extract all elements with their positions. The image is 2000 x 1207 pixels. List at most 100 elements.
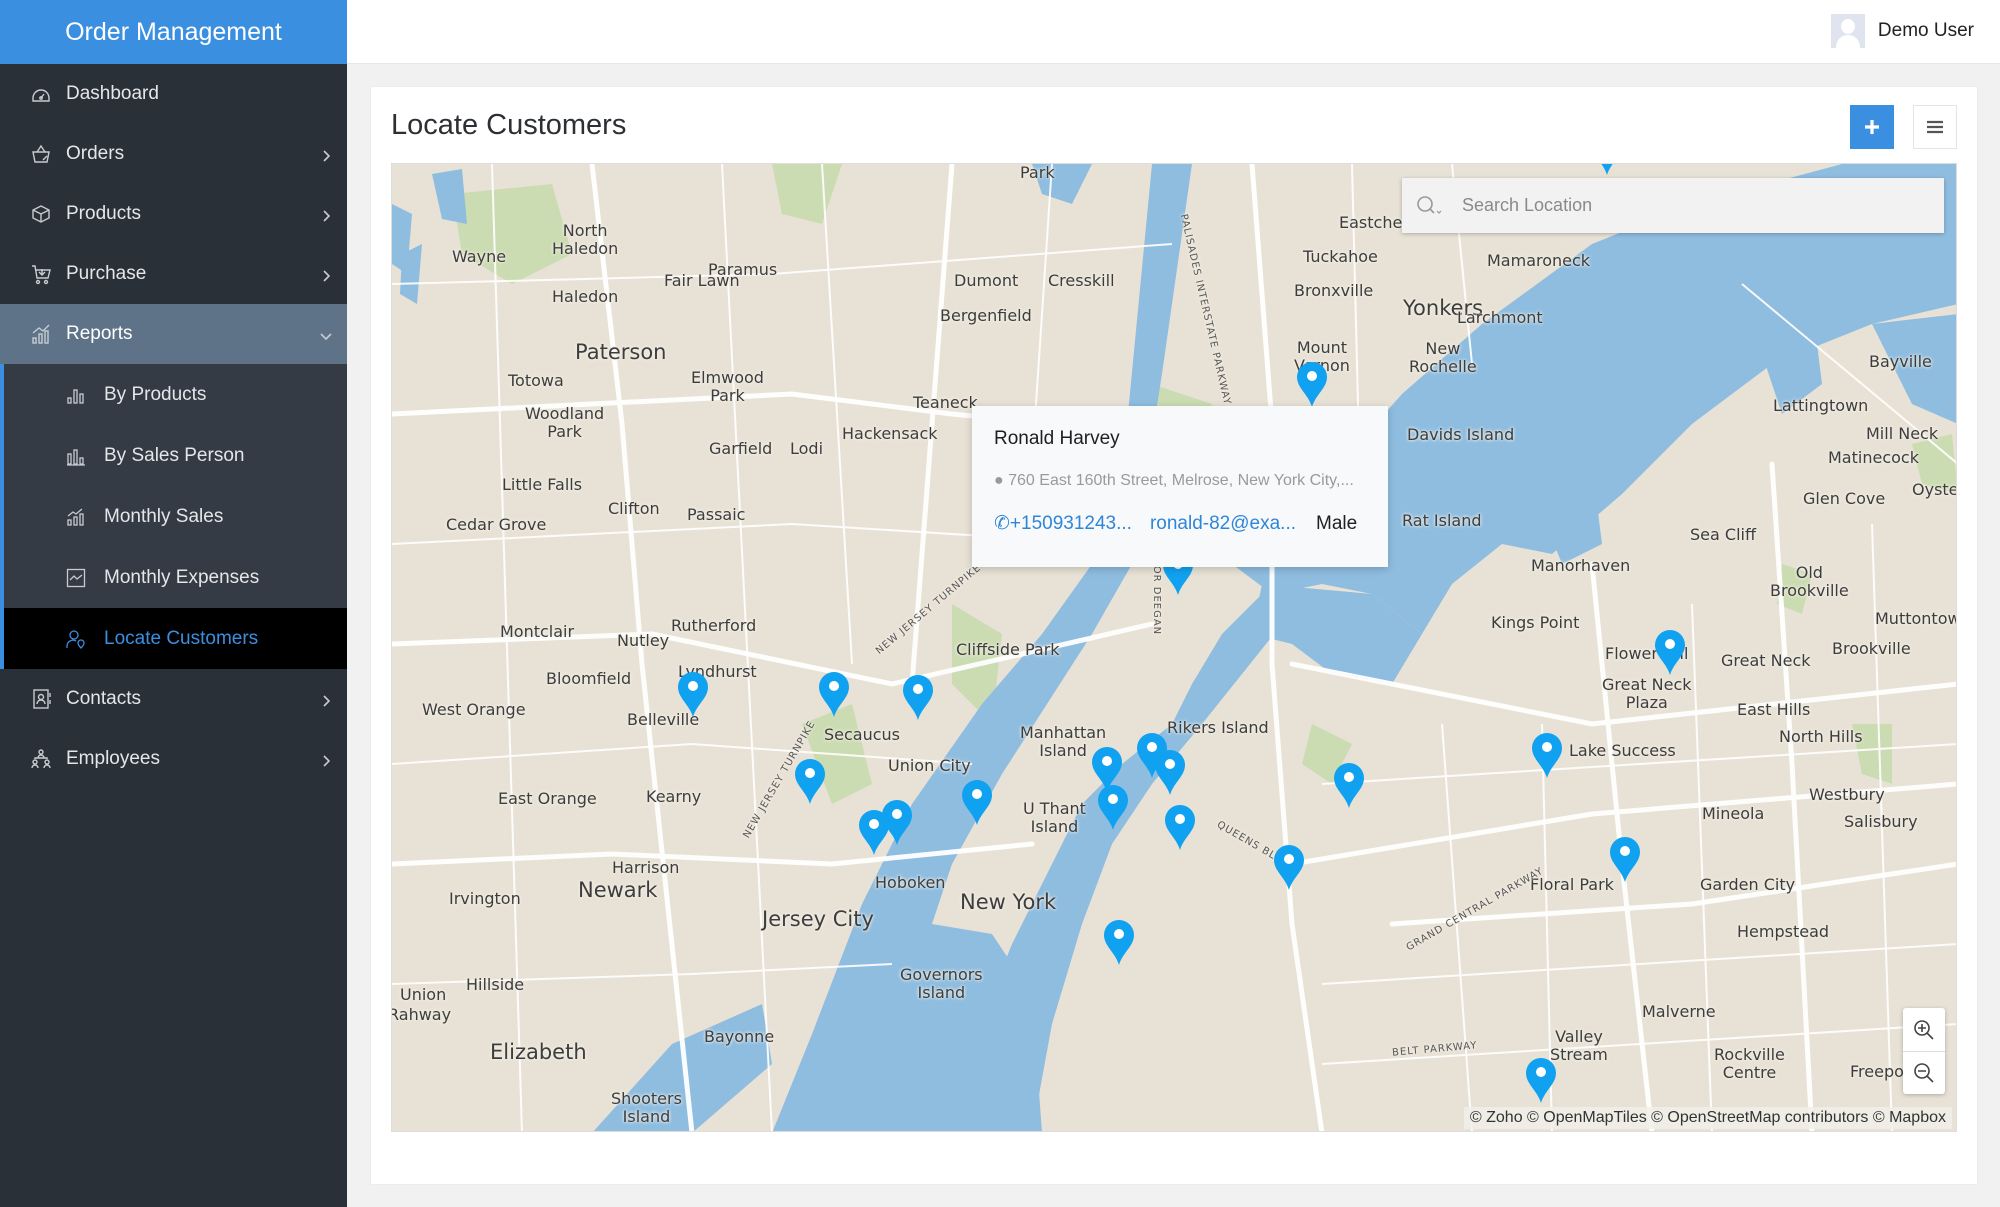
map-place-label: East Hills <box>1737 700 1811 719</box>
map-marker-icon <box>795 759 825 804</box>
app-title: Order Management <box>0 0 347 64</box>
map-place-label: Dumont <box>954 271 1019 290</box>
map-place-label: Brookville <box>1832 639 1911 658</box>
sidebar-subitem-monthly-sales[interactable]: Monthly Sales <box>4 486 347 547</box>
map-place-label: Hillside <box>466 975 525 994</box>
customer-pin[interactable] <box>1163 803 1197 851</box>
customer-map[interactable]: Park North Haledon Wayne Paramus Fair Lawn Dum… <box>391 163 1957 1132</box>
customer-pin[interactable] <box>676 670 710 718</box>
map-place-label: Passaic <box>687 505 746 524</box>
map-place-label: Bronxville <box>1294 281 1374 300</box>
customer-phone[interactable]: ✆+150931243... <box>994 512 1132 535</box>
customer-pin[interactable] <box>1653 628 1687 676</box>
map-place-label: Tuckahoe <box>1303 247 1378 266</box>
sidebar-item-reports[interactable]: Reports <box>0 304 347 364</box>
add-button[interactable] <box>1850 105 1894 149</box>
chart-icon <box>30 323 52 345</box>
customer-address-text: 760 East 160th Street, Melrose, New York… <box>1008 472 1354 489</box>
sidebar-subitem-label: By Products <box>104 383 207 405</box>
map-place-label: Mamaroneck <box>1487 251 1591 270</box>
map-marker-icon <box>1601 164 1613 175</box>
map-place-label: Bayville <box>1869 352 1932 371</box>
sidebar-item-employees[interactable]: Employees <box>0 729 347 789</box>
map-place-label: North Hills <box>1779 727 1863 746</box>
map-place-label: West Orange <box>422 700 526 719</box>
map-place-label: Valley Stream <box>1550 1027 1608 1065</box>
map-marker-icon <box>1098 785 1128 830</box>
zoom-in-icon <box>1914 1019 1934 1040</box>
user-menu[interactable]: Demo User <box>1830 14 1974 48</box>
zoom-out-button[interactable] <box>1903 1051 1945 1094</box>
map-marker-icon: ● <box>994 472 1004 489</box>
location-search[interactable] <box>1402 178 1944 233</box>
customer-pin[interactable] <box>1524 1056 1558 1104</box>
sidebar-item-label: Employees <box>66 748 160 769</box>
customer-pin[interactable] <box>793 757 827 805</box>
sidebar-subitem-label: Monthly Sales <box>104 505 224 527</box>
chevron-right-icon <box>319 692 333 707</box>
map-place-label: Union <box>400 985 447 1004</box>
map-place-label: Glen Cove <box>1803 489 1886 508</box>
dashboard-icon <box>30 83 52 105</box>
map-place-label: Rikers Island <box>1167 718 1269 737</box>
map-place-label: Shooters Island <box>611 1089 682 1127</box>
customer-pin[interactable] <box>1530 731 1564 779</box>
sidebar: Order Management Dashboard Orders Produc… <box>0 0 347 1207</box>
map-marker-icon <box>1104 920 1134 965</box>
sidebar-item-orders[interactable]: Orders <box>0 124 347 184</box>
sidebar-subitem-by-sales-person[interactable]: By Sales Person <box>4 425 347 486</box>
chevron-down-icon <box>319 327 333 341</box>
sidebar-item-label: Contacts <box>66 688 141 709</box>
sidebar-item-label: Purchase <box>66 263 147 284</box>
customer-pin[interactable] <box>880 798 914 846</box>
customer-pin[interactable] <box>1590 164 1624 176</box>
search-icon <box>1417 195 1442 214</box>
avatar <box>1830 14 1865 48</box>
sidebar-item-contacts[interactable]: Contacts <box>0 669 347 729</box>
sidebar-item-purchase[interactable]: Purchase <box>0 244 347 304</box>
customer-pin[interactable] <box>1332 761 1366 809</box>
customer-pin[interactable] <box>817 670 851 718</box>
map-marker-icon <box>1334 763 1364 808</box>
map-place-label: North Haledon <box>552 221 619 259</box>
zoom-out-icon <box>1914 1063 1934 1083</box>
box-icon <box>30 203 52 225</box>
customer-pin[interactable] <box>1295 360 1329 408</box>
basket-icon <box>30 143 52 165</box>
search-location-input[interactable] <box>1462 195 1932 216</box>
menu-button[interactable] <box>1913 105 1957 149</box>
map-place-label: U Thant Island <box>1023 799 1086 837</box>
map-place-label: Rutherford <box>671 616 757 635</box>
map-place-label: Salisbury <box>1844 812 1918 831</box>
customer-email[interactable]: ronald-82@exa... <box>1150 513 1296 535</box>
sidebar-subitem-by-products[interactable]: By Products <box>4 364 347 425</box>
customer-pin[interactable] <box>1272 843 1306 891</box>
map-place-label: Park <box>1020 163 1055 182</box>
map-place-label: Fair Lawn <box>664 271 740 290</box>
chevron-right-icon <box>319 207 333 222</box>
customer-pin[interactable] <box>1153 748 1187 796</box>
map-place-label: Westbury <box>1809 785 1885 804</box>
map-place-label: Lodi <box>790 439 824 458</box>
zoom-in-button[interactable] <box>1903 1008 1945 1051</box>
map-marker-icon <box>1165 805 1195 850</box>
line-chart-icon <box>66 568 86 588</box>
customer-contact-row: ✆+150931243... ronald-82@exa... Male <box>994 512 1366 535</box>
sidebar-subitem-locate-customers[interactable]: Locate Customers <box>4 608 347 669</box>
map-place-label: Little Falls <box>502 475 583 494</box>
sidebar-subitem-monthly-expenses[interactable]: Monthly Expenses <box>4 547 347 608</box>
map-marker-icon <box>1274 845 1304 890</box>
bar-chart-icon <box>66 446 86 466</box>
customer-pin[interactable] <box>1102 918 1136 966</box>
customer-pin[interactable] <box>960 778 994 826</box>
map-place-label: Kearny <box>646 787 702 806</box>
sidebar-item-products[interactable]: Products <box>0 184 347 244</box>
sidebar-item-dashboard[interactable]: Dashboard <box>0 64 347 124</box>
hamburger-icon <box>1927 120 1943 134</box>
map-place-label: Rat Island <box>1402 511 1482 530</box>
customer-pin[interactable] <box>1608 835 1642 883</box>
customer-pin[interactable] <box>901 673 935 721</box>
map-marker-icon <box>962 780 992 825</box>
map-place-label: Great Neck <box>1721 651 1811 670</box>
customer-pin[interactable] <box>1096 783 1130 831</box>
